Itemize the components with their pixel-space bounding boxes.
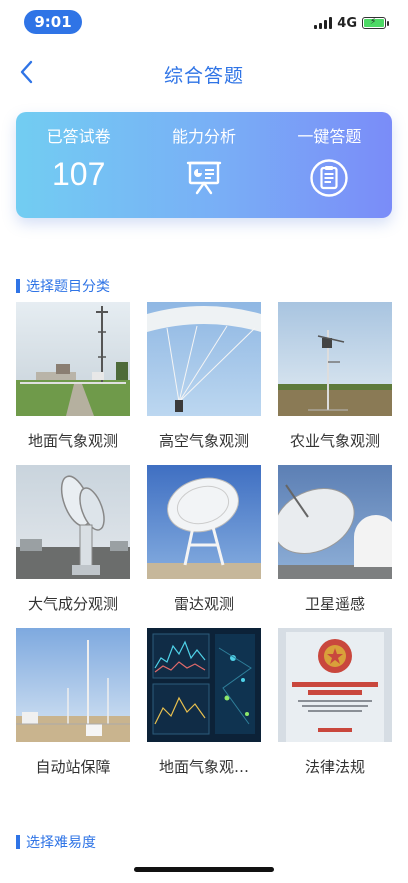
answered-papers-stat[interactable]: 已答试卷 107: [16, 112, 141, 218]
regulation-book-photo: [278, 628, 392, 742]
category-label: 雷达观测: [173, 595, 234, 613]
weather-balloon-photo: [147, 302, 261, 416]
category-label: 法律法规: [304, 758, 365, 776]
category-label: 卫星遥感: [304, 595, 365, 613]
antenna-tower-photo: [16, 465, 130, 579]
presentation-chart-icon: [186, 161, 222, 195]
category-section-header: 选择题目分类: [16, 276, 110, 296]
field-mast-photo: [278, 302, 392, 416]
category-satellite-remote-sensing[interactable]: 卫星遥感: [278, 465, 392, 628]
category-label: 地面气象观…: [158, 758, 249, 776]
category-label: 大气成分观测: [27, 595, 118, 613]
desert-station-photo: [16, 628, 130, 742]
nav-bar: 综合答题: [0, 44, 408, 100]
answered-papers-count: 107: [51, 156, 106, 192]
category-agricultural-observation[interactable]: 农业气象观测: [278, 302, 392, 465]
category-automatic-station[interactable]: 自动站保障: [16, 628, 130, 791]
category-section-title: 选择题目分类: [26, 279, 110, 295]
stats-card: 已答试卷 107 能力分析 一键答题: [16, 112, 392, 218]
ability-analysis-button[interactable]: 能力分析: [141, 112, 266, 218]
radar-dish-photo: [147, 465, 261, 579]
status-indicators: 4G ⚡: [314, 14, 389, 32]
difficulty-section-title: 选择难易度: [26, 835, 96, 851]
clipboard-list-icon: [310, 159, 349, 197]
satellite-dish-photo: [278, 465, 392, 579]
difficulty-section-header: 选择难易度: [16, 832, 96, 852]
category-grid: 地面气象观测 高空气象观测 农业气象观测 大气成分观测 雷达观测 卫星遥感 自动…: [16, 302, 392, 791]
section-marker: [16, 835, 20, 849]
weather-station-photo: [16, 302, 130, 416]
category-label: 农业气象观测: [289, 432, 380, 450]
battery-charging-icon: ⚡: [362, 17, 389, 29]
section-marker: [16, 279, 20, 293]
answered-papers-label: 已答试卷: [46, 127, 111, 146]
category-label: 高空气象观测: [158, 432, 249, 450]
category-radar-observation[interactable]: 雷达观测: [147, 465, 261, 628]
data-dashboard-photo: [147, 628, 261, 742]
signal-icon: [314, 17, 333, 29]
category-label: 地面气象观测: [27, 432, 118, 450]
network-type: 4G: [337, 15, 357, 31]
ability-analysis-label: 能力分析: [171, 127, 236, 146]
category-surface-observation[interactable]: 地面气象观测: [16, 302, 130, 465]
category-atmospheric-composition[interactable]: 大气成分观测: [16, 465, 130, 628]
category-surface-data[interactable]: 地面气象观…: [147, 628, 261, 791]
quick-answer-button[interactable]: 一键答题: [267, 112, 392, 218]
status-bar: 9:01 4G ⚡: [0, 0, 408, 44]
page-title: 综合答题: [163, 65, 244, 87]
quick-answer-label: 一键答题: [297, 127, 362, 146]
category-upper-air-observation[interactable]: 高空气象观测: [147, 302, 261, 465]
category-laws-regulations[interactable]: 法律法规: [278, 628, 392, 791]
home-indicator[interactable]: [134, 867, 274, 872]
status-time: 9:01: [24, 10, 82, 34]
category-label: 自动站保障: [35, 758, 111, 776]
